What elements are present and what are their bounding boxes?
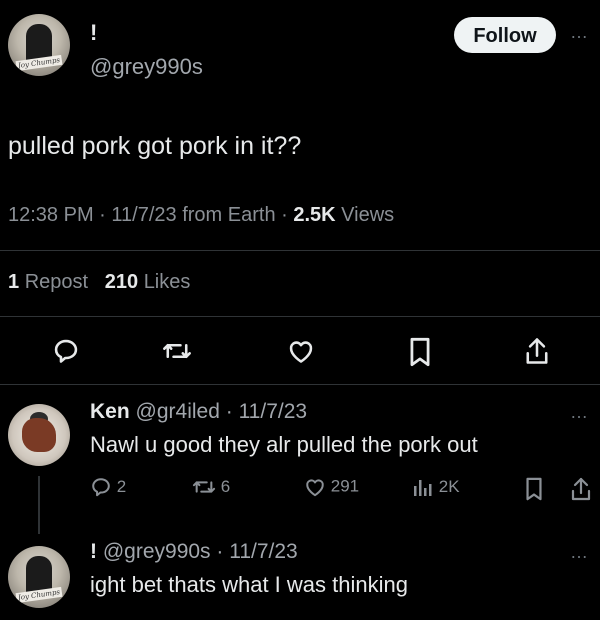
views-label: Views [341, 204, 395, 226]
reply-views-button[interactable]: 2K [412, 476, 460, 498]
reply-share-button[interactable] [570, 476, 592, 502]
author-display-name[interactable]: ! [90, 20, 97, 46]
share-icon [571, 477, 591, 501]
reply-button[interactable] [52, 337, 80, 365]
likes-link[interactable]: 210 Likes [105, 271, 191, 293]
reply-icon [54, 339, 78, 363]
avatar-tag: Joy Chumps [15, 54, 63, 72]
reply-date[interactable]: 11/7/23 [239, 400, 308, 423]
share-icon [526, 338, 548, 364]
reply-date[interactable]: 11/7/23 [229, 540, 298, 563]
reply-bookmark-button[interactable] [524, 477, 544, 501]
repost-button[interactable] [162, 337, 192, 365]
engagement-counts: 1 Repost 210 Likes [8, 271, 190, 294]
repost-icon [163, 343, 191, 359]
tweet-meta: 12:38 PM · 11/7/23 from Earth · 2.5K Vie… [8, 204, 394, 227]
reply-author-handle[interactable]: @grey990s [103, 540, 211, 563]
like-button[interactable] [287, 338, 315, 364]
author-avatar[interactable]: Joy Chumps [8, 14, 70, 76]
thread-line [38, 476, 40, 534]
author-handle[interactable]: @grey990s [90, 54, 203, 80]
meta-separator: · [99, 204, 112, 226]
divider [0, 250, 600, 251]
like-count: 291 [330, 476, 360, 496]
avatar-tag: Joy Chumps [15, 586, 63, 604]
likes-label: Likes [143, 271, 191, 293]
like-icon [306, 478, 324, 496]
tweet-time[interactable]: 12:38 PM [8, 204, 94, 226]
reposts-count: 1 [8, 271, 20, 293]
follow-button[interactable]: Follow [454, 17, 556, 53]
views-count: 2.5K [293, 204, 336, 226]
share-button[interactable] [524, 336, 550, 366]
reply-more-options-icon[interactable]: … [570, 402, 589, 423]
reply-text: Nawl u good they alr pulled the pork out [90, 432, 478, 457]
divider [0, 384, 600, 385]
reply-repost-button[interactable]: 6 [192, 476, 230, 498]
divider [0, 316, 600, 317]
reply-avatar[interactable]: Joy Chumps [8, 546, 70, 608]
reply-more-options-icon[interactable]: … [570, 542, 589, 563]
reply-count: 2 [116, 477, 127, 496]
bookmark-button[interactable] [408, 337, 432, 367]
reposts-label: Repost [24, 271, 89, 293]
reply-reply-button[interactable]: 2 [90, 476, 126, 498]
bookmark-icon [526, 477, 542, 501]
reply-header: Ken @gr4iled · 11/7/23 [90, 400, 307, 424]
repost-icon [192, 481, 216, 493]
views-count: 2K [438, 477, 460, 496]
views-icon [414, 480, 432, 496]
reply-text: ight bet thats what I was thinking [90, 572, 408, 597]
like-icon [289, 341, 313, 363]
tweet-date[interactable]: 11/7/23 [111, 204, 176, 226]
avatar-figure [22, 418, 56, 452]
tweet-source: from Earth [182, 204, 276, 226]
more-options-icon[interactable]: … [570, 22, 589, 43]
bookmark-icon [410, 337, 430, 367]
reply-like-button[interactable]: 291 [304, 476, 359, 497]
reply-author-name[interactable]: Ken [90, 400, 130, 423]
reposts-link[interactable]: 1 Repost [8, 271, 94, 293]
reply-author-handle[interactable]: @gr4iled [136, 400, 220, 423]
tweet-text: pulled pork got pork in it?? [8, 132, 302, 160]
repost-count: 6 [220, 477, 231, 496]
reply-author-name[interactable]: ! [90, 540, 97, 563]
likes-count: 210 [104, 271, 139, 293]
reply-icon [92, 478, 110, 497]
meta-separator: · [219, 400, 239, 423]
reply-avatar[interactable] [8, 404, 70, 466]
meta-separator: · [281, 204, 294, 226]
reply-header: ! @grey990s · 11/7/23 [90, 540, 298, 564]
meta-separator: · [210, 540, 230, 563]
